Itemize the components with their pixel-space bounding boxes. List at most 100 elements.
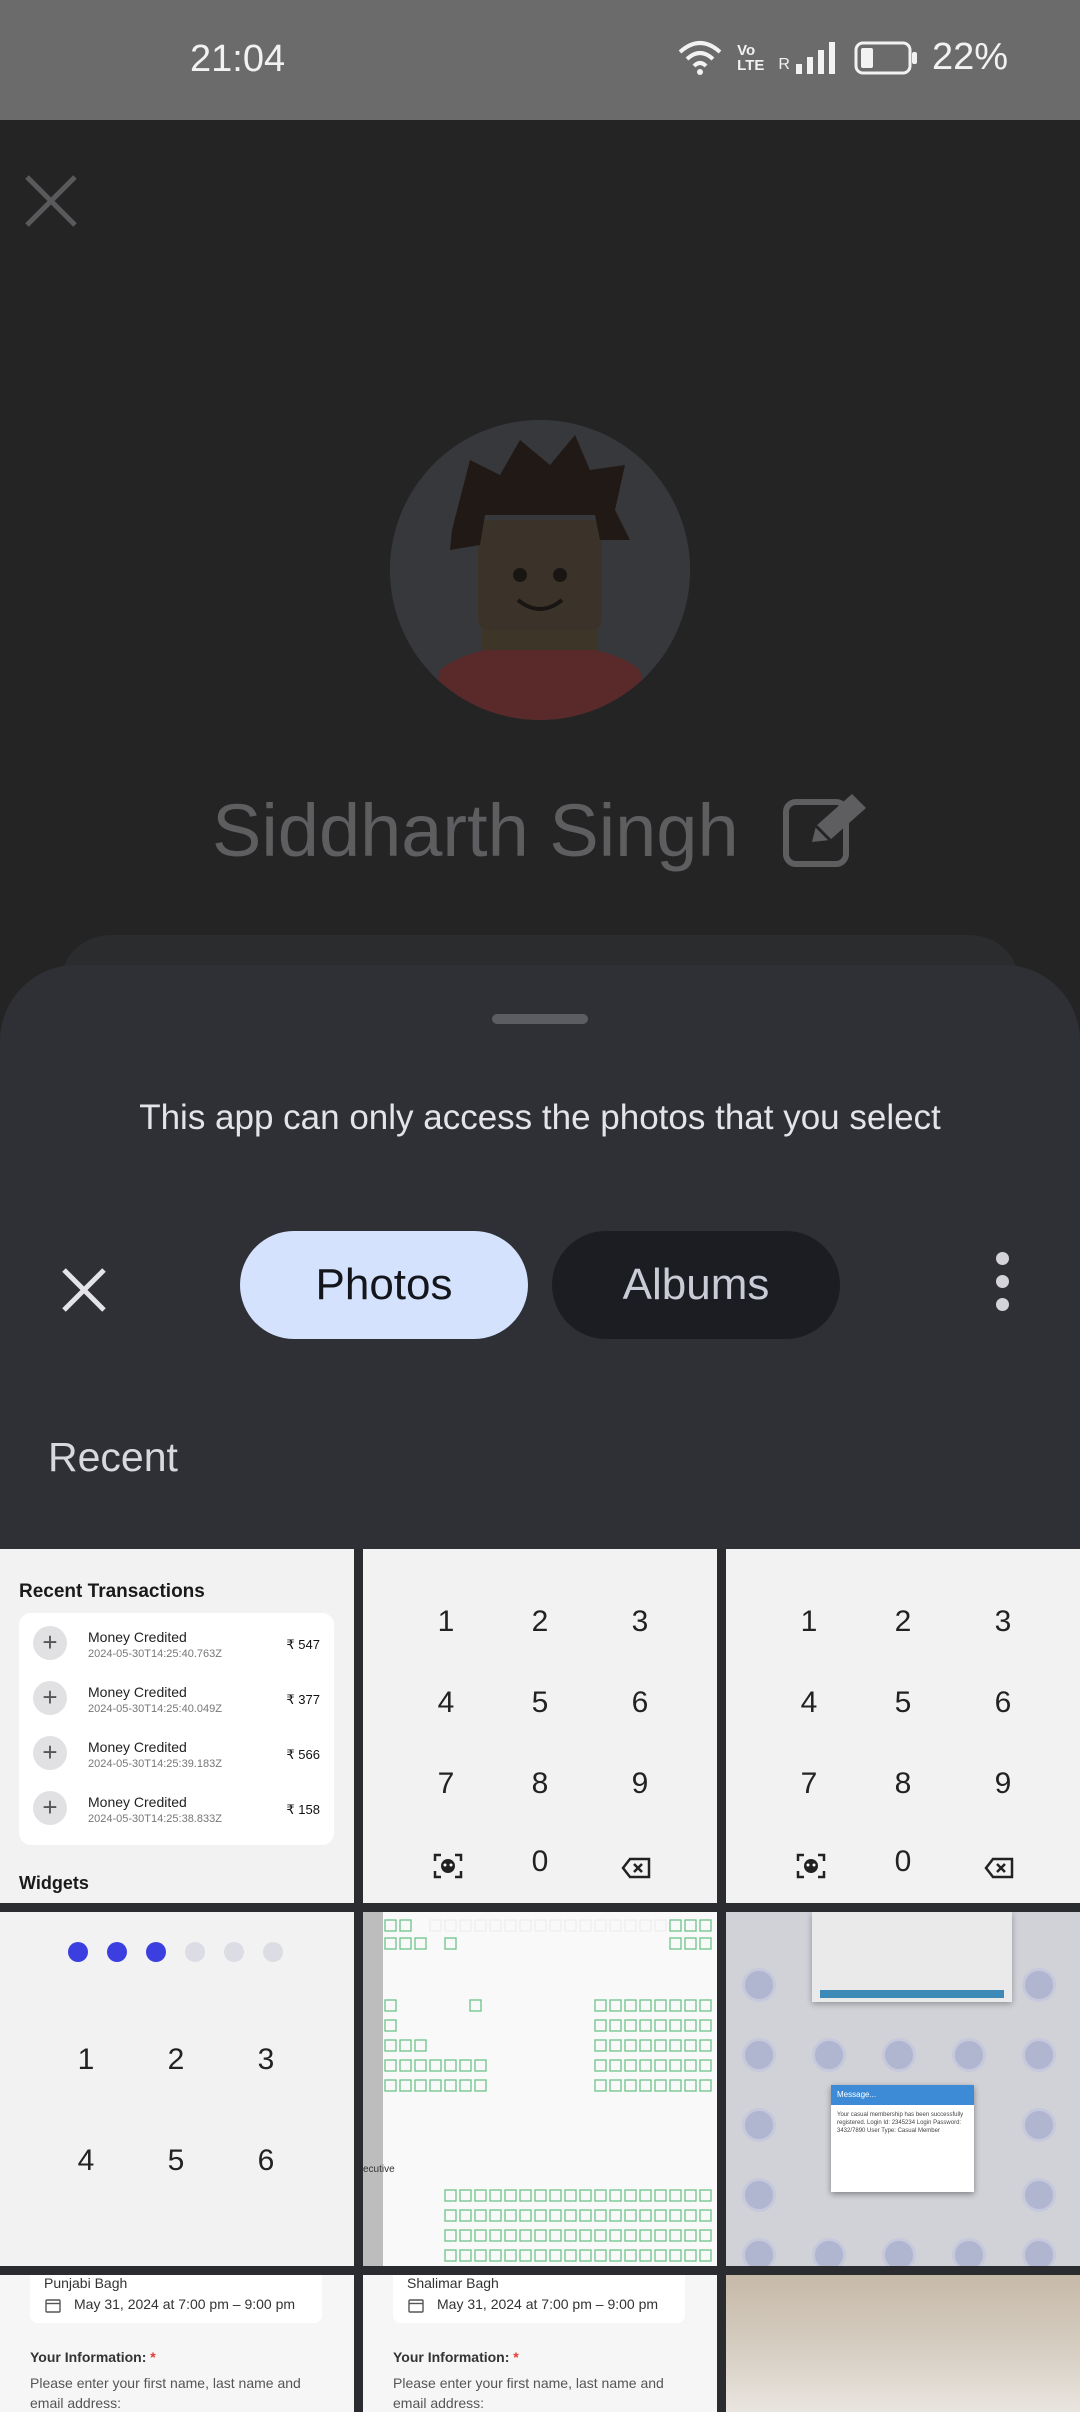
status-bar: 21:04 Vo LTE R 22% <box>0 0 1080 120</box>
thumb-text: ₹ 377 <box>286 1692 320 1707</box>
thumb-text: Money Credited <box>88 1684 187 1700</box>
face-unlock-icon <box>433 1853 463 1879</box>
seat-map-illustration <box>384 1919 712 2262</box>
photo-thumbnail-keypad[interactable]: 1 2 3 4 5 6 7 8 9 0 <box>363 1549 717 1903</box>
thumb-text: 3 <box>994 1605 1012 1638</box>
thumb-text: Money Credited <box>88 1629 187 1645</box>
thumb-text: 1 <box>800 1605 818 1638</box>
thumb-card: + Money Credited 2024-05-30T14:25:40.763… <box>19 1613 334 1845</box>
thumb-text: 6 <box>257 2144 275 2177</box>
battery-percent: 22% <box>931 36 1008 78</box>
required-marker: * <box>513 2349 519 2365</box>
pin-dot <box>185 1942 205 1962</box>
wifi-icon <box>678 40 722 75</box>
thumb-text: 9 <box>631 1767 649 1800</box>
thumb-text: 1 <box>77 2043 95 2076</box>
photo-thumbnail-keypad[interactable]: 1 2 3 4 5 6 7 8 9 0 <box>726 1549 1080 1903</box>
thumb-text: Message... <box>831 2085 974 2105</box>
photo-grid: Recent Transactions + Money Credited 202… <box>0 1549 1080 2412</box>
thumb-text: 7 <box>437 1767 455 1800</box>
thumb-text: Shalimar Bagh <box>407 2275 499 2291</box>
pin-dots <box>0 1942 354 1966</box>
thumb-text: 5 <box>531 1686 549 1719</box>
thumb-text: 2024-05-30T14:25:40.049Z <box>88 1703 222 1715</box>
thumb-text: 4 <box>437 1686 455 1719</box>
avatar-illustration-icon <box>390 420 690 720</box>
backspace-icon <box>621 1857 651 1879</box>
list-item: + Money Credited 2024-05-30T14:25:39.183… <box>19 1727 334 1781</box>
message-dialog: Message... Your casual membership has be… <box>831 2085 974 2192</box>
photo-thumbnail-form[interactable]: Punjabi Bagh May 31, 2024 at 7:00 pm – 9… <box>0 2275 354 2412</box>
photo-thumbnail-image[interactable] <box>726 2275 1080 2412</box>
thumb-text: ₹ 547 <box>286 1637 320 1652</box>
pin-dot <box>263 1942 283 1962</box>
edit-icon[interactable] <box>782 790 872 870</box>
close-picker-icon[interactable] <box>50 1256 118 1324</box>
pin-dot <box>107 1942 127 1962</box>
list-item: + Money Credited 2024-05-30T14:25:38.833… <box>19 1782 334 1836</box>
tab-photos[interactable]: Photos <box>240 1231 528 1339</box>
status-icons: Vo LTE R 22% <box>677 36 1008 79</box>
thumb-text: 2 <box>167 2043 185 2076</box>
thumb-text: 2 <box>894 1605 912 1638</box>
tab-albums[interactable]: Albums <box>552 1231 840 1339</box>
more-options-icon[interactable] <box>984 1252 1020 1318</box>
thumb-text: May 31, 2024 at 7:00 pm – 9:00 pm <box>437 2296 659 2312</box>
thumb-text: 8 <box>894 1767 912 1800</box>
thumb-text: Your casual membership has been successf… <box>837 2112 964 2134</box>
thumb-text: Your Information: <box>30 2349 147 2365</box>
pin-dot <box>224 1942 244 1962</box>
thumb-text: ecutive <box>363 2164 395 2175</box>
plus-icon: + <box>33 1791 67 1825</box>
pin-dot <box>146 1942 166 1962</box>
face-unlock-icon <box>796 1853 826 1879</box>
thumb-text: ₹ 158 <box>286 1802 320 1817</box>
thumb-text: 8 <box>531 1767 549 1800</box>
thumb-text: Your Information: <box>393 2349 510 2365</box>
thumb-text: 7 <box>800 1767 818 1800</box>
thumb-text: 9 <box>994 1767 1012 1800</box>
thumb-text: May 31, 2024 at 7:00 pm – 9:00 pm <box>74 2296 296 2312</box>
thumb-text: 2024-05-30T14:25:39.183Z <box>88 1758 222 1770</box>
calendar-icon <box>408 2299 424 2313</box>
thumb-text: Money Credited <box>88 1739 187 1755</box>
drag-handle[interactable] <box>492 1014 588 1024</box>
plus-icon: + <box>33 1626 67 1660</box>
thumb-text: 2 <box>531 1605 549 1638</box>
thumb-text: 5 <box>894 1686 912 1719</box>
thumb-text: Money Credited <box>88 1794 187 1810</box>
list-item: + Money Credited 2024-05-30T14:25:40.049… <box>19 1672 334 1726</box>
status-time: 21:04 <box>190 38 286 80</box>
pin-dot <box>68 1942 88 1962</box>
photo-thumbnail-transactions[interactable]: Recent Transactions + Money Credited 202… <box>0 1549 354 1903</box>
thumb-text: Recent Transactions <box>19 1581 205 1602</box>
thumb-text: 6 <box>631 1686 649 1719</box>
photo-thumbnail-seating[interactable]: ecutive <box>363 1912 717 2266</box>
list-item: + Money Credited 2024-05-30T14:25:40.763… <box>19 1617 334 1671</box>
thumb-text: 4 <box>800 1686 818 1719</box>
battery-icon <box>854 41 917 74</box>
photo-thumbnail-dialog[interactable]: Message... Your casual membership has be… <box>726 1912 1080 2266</box>
plus-icon: + <box>33 1681 67 1715</box>
thumb-text: 5 <box>167 2144 185 2177</box>
access-notice: This app can only access the photos that… <box>139 1098 941 1137</box>
close-icon[interactable] <box>22 172 80 230</box>
thumb-text: 6 <box>994 1686 1012 1719</box>
profile-name: Siddharth Singh <box>212 789 739 872</box>
backspace-icon <box>984 1857 1014 1879</box>
volte-top: Vo <box>737 41 756 59</box>
photo-thumbnail-form[interactable]: Shalimar Bagh May 31, 2024 at 7:00 pm – … <box>363 2275 717 2412</box>
avatar[interactable] <box>390 420 690 720</box>
photo-thumbnail-pin-pad[interactable]: 1 2 3 4 5 6 <box>0 1912 354 2266</box>
thumb-text: Please enter your first name, last name … <box>393 2375 664 2411</box>
thumb-text: 2024-05-30T14:25:40.763Z <box>88 1648 222 1660</box>
volte-icon: Vo LTE <box>737 43 764 73</box>
section-title: Recent <box>48 1434 178 1480</box>
plus-icon: + <box>33 1736 67 1770</box>
thumb-text: 2024-05-30T14:25:38.833Z <box>88 1813 222 1825</box>
signal-icon <box>795 41 835 74</box>
calendar-icon <box>45 2299 61 2313</box>
thumb-text: 3 <box>257 2043 275 2076</box>
thumb-text: 3 <box>631 1605 649 1638</box>
roaming-indicator: R <box>778 55 790 73</box>
